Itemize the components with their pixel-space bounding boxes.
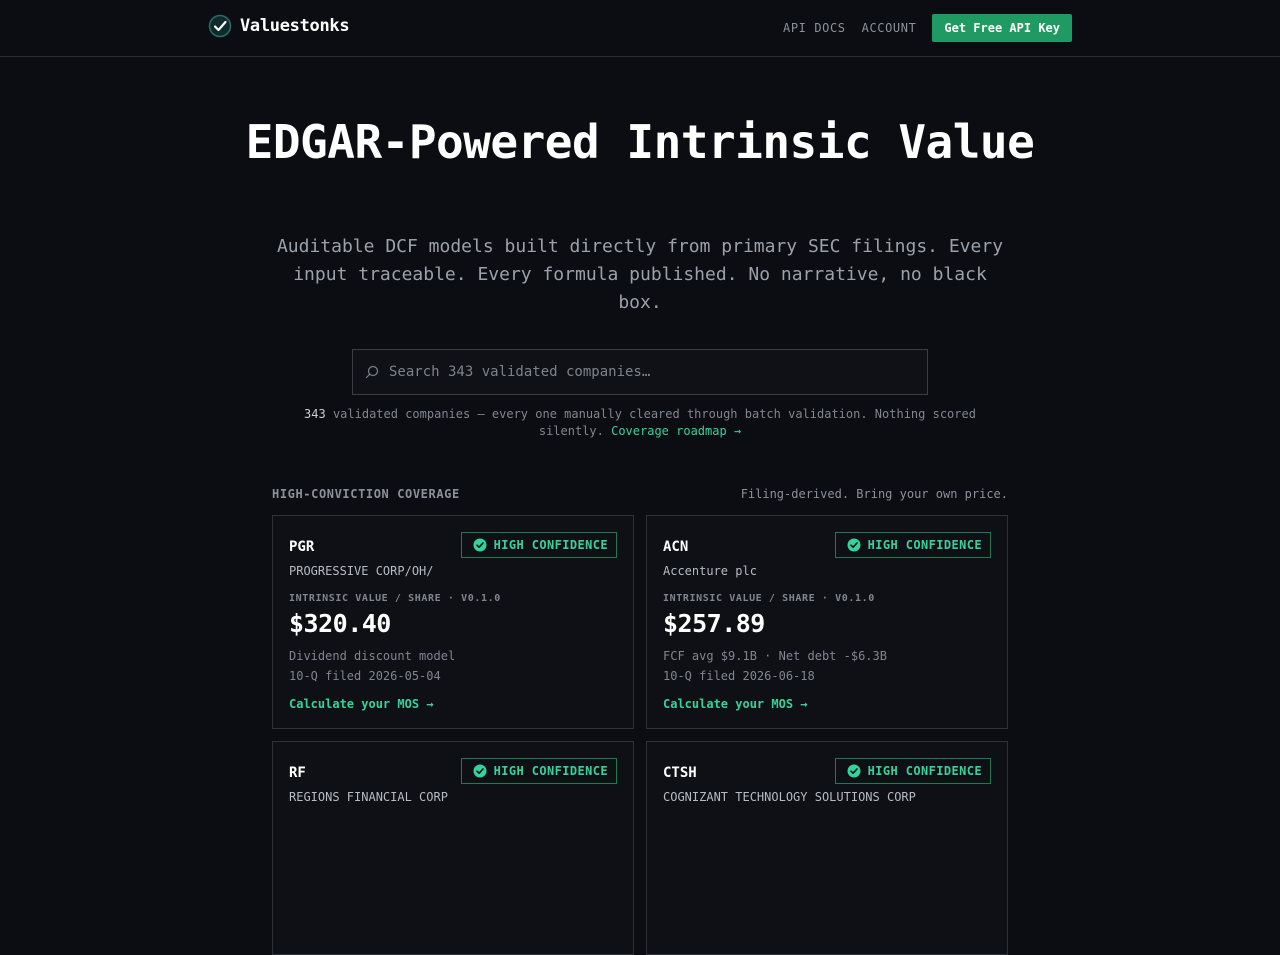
nav-link-api-docs[interactable]: API DOCS (783, 14, 846, 42)
search-box[interactable] (352, 349, 928, 395)
brand-logo-link[interactable]: Valuestonks (208, 14, 350, 38)
get-api-key-button[interactable]: Get Free API Key (932, 14, 1072, 42)
filing-detail: 10-Q filed 2026-06-18 (663, 669, 815, 683)
hero-title: EDGAR-Powered Intrinsic Value (245, 115, 1035, 169)
search-icon (365, 365, 379, 379)
card-ticker: RF (289, 765, 306, 781)
company-card-acn[interactable]: ACN HIGH CONFIDENCE Accenture plc INTRIN… (646, 515, 1008, 729)
badge-label: HIGH CONFIDENCE (867, 538, 982, 552)
card-ticker: PGR (289, 539, 315, 555)
search-input[interactable] (389, 364, 909, 380)
badge-label: HIGH CONFIDENCE (493, 538, 608, 552)
company-card-ctsh[interactable]: CTSH HIGH CONFIDENCE COGNIZANT TECHNOLOG… (646, 741, 1008, 955)
check-circle-icon (473, 538, 487, 552)
model-detail: FCF avg $9.1B · Net debt -$6.3B (663, 649, 887, 663)
calculate-mos-link[interactable]: Calculate your MOS → (289, 697, 434, 711)
hero-subtitle: Auditable DCF models built directly from… (276, 236, 1004, 313)
check-circle-icon (847, 538, 861, 552)
check-circle-icon (847, 764, 861, 778)
intrinsic-value-label: INTRINSIC VALUE / SHARE · V0.1.0 (663, 593, 875, 604)
section-label: HIGH-CONVICTION COVERAGE (272, 487, 460, 501)
confidence-badge: HIGH CONFIDENCE (834, 758, 991, 784)
brand-name: Valuestonks (240, 16, 350, 36)
company-name: PROGRESSIVE CORP/OH/ (289, 564, 434, 578)
company-card-pgr[interactable]: PGR HIGH CONFIDENCE PROGRESSIVE CORP/OH/… (272, 515, 634, 729)
calculate-mos-link[interactable]: Calculate your MOS → (663, 697, 808, 711)
company-name: REGIONS FINANCIAL CORP (289, 790, 448, 804)
badge-label: HIGH CONFIDENCE (867, 764, 982, 778)
card-ticker: CTSH (663, 765, 697, 781)
coverage-count: 343 (304, 407, 326, 421)
filing-detail: 10-Q filed 2026-05-04 (289, 669, 441, 683)
company-name: COGNIZANT TECHNOLOGY SOLUTIONS CORP (663, 790, 916, 804)
badge-label: HIGH CONFIDENCE (493, 764, 608, 778)
company-name: Accenture plc (663, 564, 757, 578)
intrinsic-value: $257.89 (663, 609, 765, 638)
confidence-badge: HIGH CONFIDENCE (834, 532, 991, 558)
top-nav: Valuestonks API DOCS ACCOUNT Get Free AP… (0, 0, 1280, 57)
company-card-rf[interactable]: RF HIGH CONFIDENCE REGIONS FINANCIAL COR… (272, 741, 634, 955)
check-circle-logo-icon (208, 14, 232, 38)
confidence-badge: HIGH CONFIDENCE (460, 758, 617, 784)
check-circle-icon (473, 764, 487, 778)
coverage-note: 343 validated companies — every one manu… (290, 406, 990, 440)
intrinsic-value-label: INTRINSIC VALUE / SHARE · V0.1.0 (289, 593, 501, 604)
nav-links: API DOCS ACCOUNT Get Free API Key (783, 14, 1072, 42)
card-ticker: ACN (663, 539, 689, 555)
model-detail: Dividend discount model (289, 649, 456, 663)
confidence-badge: HIGH CONFIDENCE (460, 532, 617, 558)
coverage-roadmap-link[interactable]: Coverage roadmap → (611, 424, 741, 438)
section-note: Filing-derived. Bring your own price. (740, 487, 1008, 501)
intrinsic-value: $320.40 (289, 609, 391, 638)
nav-link-account[interactable]: ACCOUNT (862, 14, 917, 42)
